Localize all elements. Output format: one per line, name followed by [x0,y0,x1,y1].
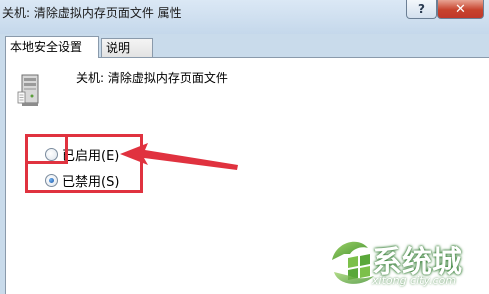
server-policy-icon [17,74,39,106]
close-button[interactable]: ✕ [437,0,484,19]
policy-name: 关机: 清除虚拟内存页面文件 [76,71,228,85]
tab-explain[interactable]: 说明 [101,38,153,57]
watermark-url: xitong city.com [372,274,457,287]
highlight-box-enabled [25,134,68,164]
tab-strip: 本地安全设置 说明 [0,36,489,58]
help-button[interactable]: ? [406,0,437,19]
title-bar: 关机: 清除虚拟内存页面文件 属性 ? ✕ [0,0,489,34]
annotation-arrow-icon [120,143,238,170]
close-icon: ✕ [455,1,466,17]
tab-local-security-setting[interactable]: 本地安全设置 [5,36,99,58]
window-title: 关机: 清除虚拟内存页面文件 属性 [2,6,182,20]
help-icon: ? [418,2,425,16]
